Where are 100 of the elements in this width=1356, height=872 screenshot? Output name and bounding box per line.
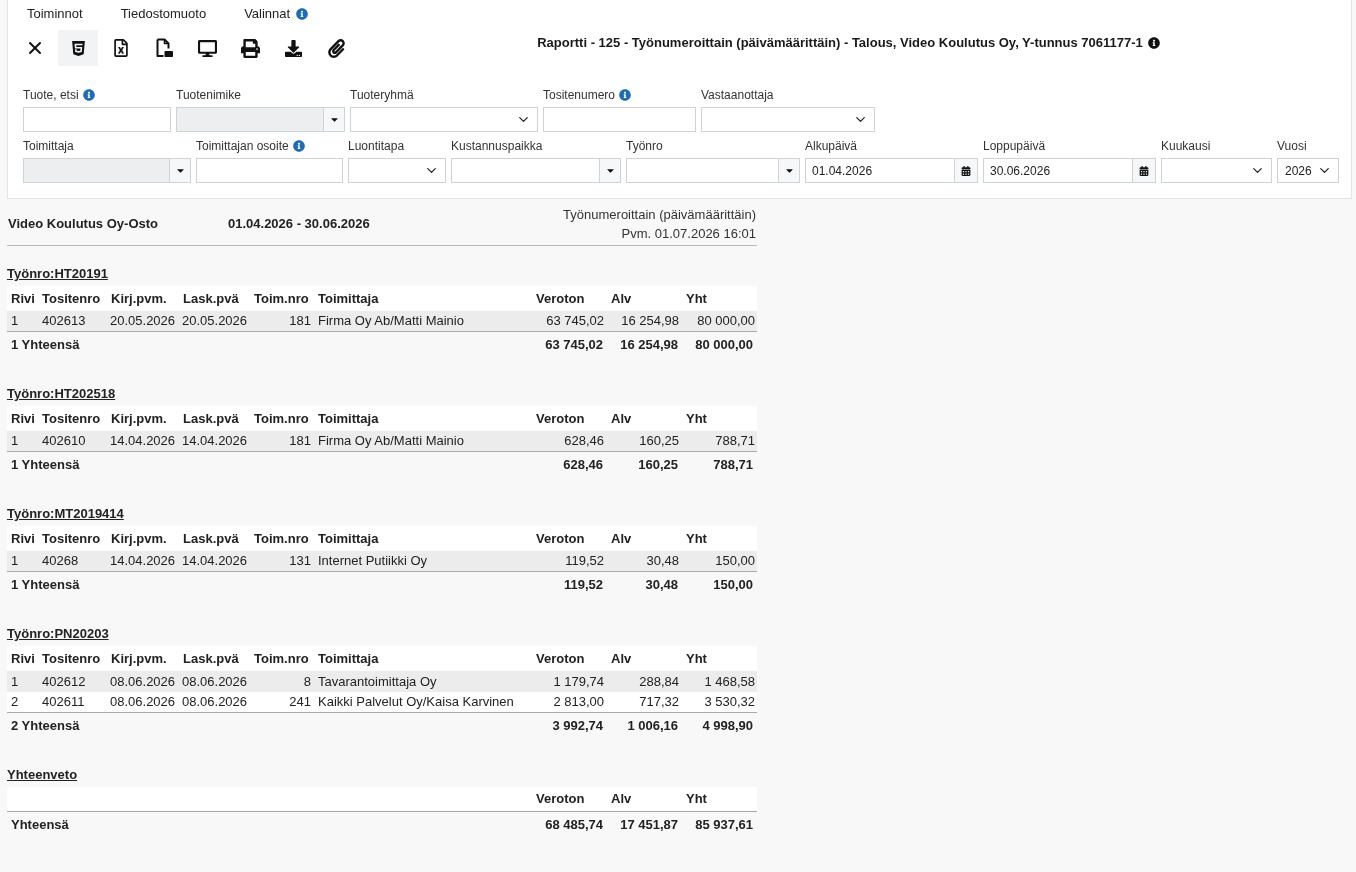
table-cell-text: 628,46 <box>564 432 604 451</box>
dropdown-button[interactable] <box>599 159 620 182</box>
column-header: Veroton <box>536 529 585 548</box>
total-value: 628,46 <box>563 456 603 475</box>
total-value: 1 006,16 <box>627 717 678 736</box>
column-header: Alv <box>611 409 632 428</box>
total-value: 63 745,02 <box>545 336 603 355</box>
table-cell-text: 80 000,00 <box>697 312 755 331</box>
total-label: 1 Yhteensä <box>11 456 80 475</box>
column-header: Kirj.pvm. <box>111 649 167 668</box>
menu-tab[interactable]: Toiminnot <box>27 4 83 24</box>
total-label: 1 Yhteensä <box>11 576 80 595</box>
calendar-icon <box>961 165 971 176</box>
column-header: Tositenro <box>42 409 101 428</box>
html-export-button[interactable] <box>58 30 98 66</box>
column-header: Toimittaja <box>318 289 379 308</box>
text-field[interactable] <box>23 107 171 132</box>
column-header: Toim.nro <box>254 409 309 428</box>
table-cell-text: 402612 <box>42 672 86 691</box>
text-field[interactable] <box>543 107 696 132</box>
table-cell-text: 150,00 <box>715 552 755 571</box>
table-cell-text: 30,48 <box>646 552 679 571</box>
column-header: Rivi <box>11 649 35 668</box>
field-label: Vastaanottaja <box>701 87 774 104</box>
field-label: Työnro <box>626 138 663 155</box>
column-header: Toimittaja <box>318 649 379 668</box>
menu-tab[interactable]: Tiedostomuoto <box>120 4 207 24</box>
table-cell-text: 402611 <box>42 693 85 712</box>
column-header: Kirj.pvm. <box>111 289 167 308</box>
total-value: 3 992,74 <box>552 717 603 736</box>
table-cell-text: 20.05.2026 <box>182 312 248 331</box>
column-header: Kirj.pvm. <box>111 529 167 548</box>
field-label: Tuote, etsi <box>23 87 79 104</box>
date-field[interactable]: 30.06.2026 <box>983 158 1156 183</box>
field-label: Tuoteryhmä <box>350 87 414 104</box>
select-field[interactable]: 2026 <box>1277 158 1339 183</box>
total-label: 2 Yhteensä <box>11 717 80 736</box>
table-cell-text: 14.04.2026 <box>182 552 248 571</box>
column-header: Kirj.pvm. <box>111 409 167 428</box>
table-cell-text: 14.04.2026 <box>110 432 176 451</box>
combo-field[interactable] <box>626 158 800 183</box>
column-header: Yht <box>686 649 707 668</box>
report-title: Raportti - 125 - Työnumeroittain (päivämäärittäin) - Talous, Video Koulutus Oy, Y-tunnus 7061177-1 <box>537 34 1143 53</box>
column-header: Toimittaja <box>318 409 379 428</box>
column-header: Tositenro <box>42 529 101 548</box>
field-label: Vuosi <box>1277 138 1307 155</box>
column-header: Toimittaja <box>318 529 379 548</box>
select-field[interactable] <box>701 107 875 132</box>
column-header: Yht <box>686 289 707 308</box>
table-cell-text: 402610 <box>42 432 86 451</box>
field-label: Alkupäivä <box>805 138 858 155</box>
table-cell-text: Internet Putiikki Oy <box>318 552 428 571</box>
field-label: Toimittaja <box>23 138 74 155</box>
text-field[interactable] <box>196 158 343 183</box>
select-field[interactable] <box>350 107 538 132</box>
dropdown-button[interactable] <box>778 159 799 182</box>
group-heading: Työnro:PN20203 <box>7 626 109 641</box>
table-cell-text: 2 813,00 <box>553 693 604 712</box>
company-name: Video Koulutus Oy-Osto <box>7 215 159 234</box>
date-field[interactable]: 01.04.2026 <box>805 158 978 183</box>
group-heading: Työnro:HT202518 <box>7 386 116 401</box>
column-header: Lask.pvä <box>183 529 239 548</box>
column-header: Rivi <box>11 529 35 548</box>
table-cell-text: 08.06.2026 <box>182 672 248 691</box>
calendar-button[interactable] <box>1132 159 1155 182</box>
column-header: Toim.nro <box>254 289 309 308</box>
table-cell-text: 1 <box>11 312 19 331</box>
table-cell-text: 14.04.2026 <box>182 432 248 451</box>
field-label: Tositenumero <box>543 87 616 104</box>
calendar-button[interactable] <box>954 159 977 182</box>
table-cell-text: 181 <box>289 312 311 331</box>
table-cell-text: Firma Oy Ab/Matti Mainio <box>318 312 464 331</box>
calendar-icon <box>1139 165 1149 176</box>
combo-field[interactable] <box>451 158 621 183</box>
select-field[interactable] <box>348 158 446 183</box>
total-label: Yhteensä <box>11 816 69 835</box>
total-value: 150,00 <box>713 576 753 595</box>
table-cell-text: 1 179,74 <box>553 672 604 691</box>
total-value: 85 937,61 <box>695 816 753 835</box>
select-field[interactable] <box>1161 158 1272 183</box>
column-header: Toim.nro <box>254 649 309 668</box>
table-cell-text: 08.06.2026 <box>110 672 176 691</box>
total-value: 30,48 <box>645 576 678 595</box>
field-label: Tuotenimike <box>176 87 241 104</box>
table-cell-text: 16 254,98 <box>621 312 679 331</box>
table-cell-text: Kaikki Palvelut Oy/Kaisa Karvinen <box>318 693 514 712</box>
file-icon <box>155 38 173 58</box>
total-value: 788,71 <box>713 456 753 475</box>
table-cell-text: 3 530,32 <box>704 693 755 712</box>
total-value: 68 485,74 <box>545 816 603 835</box>
table-cell-text: Firma Oy Ab/Matti Mainio <box>318 432 464 451</box>
total-label: 1 Yhteensä <box>11 336 80 355</box>
table-cell-text: 788,71 <box>715 432 755 451</box>
table-cell-text: 160,25 <box>639 432 679 451</box>
table-cell-text: 2 <box>11 693 19 712</box>
menu-tab[interactable]: Valinnat <box>244 4 291 24</box>
table-cell-text: 1 <box>11 672 19 691</box>
html5-icon <box>69 39 87 57</box>
group-heading: Työnro:MT2019414 <box>7 506 124 521</box>
column-header: Veroton <box>536 289 585 308</box>
